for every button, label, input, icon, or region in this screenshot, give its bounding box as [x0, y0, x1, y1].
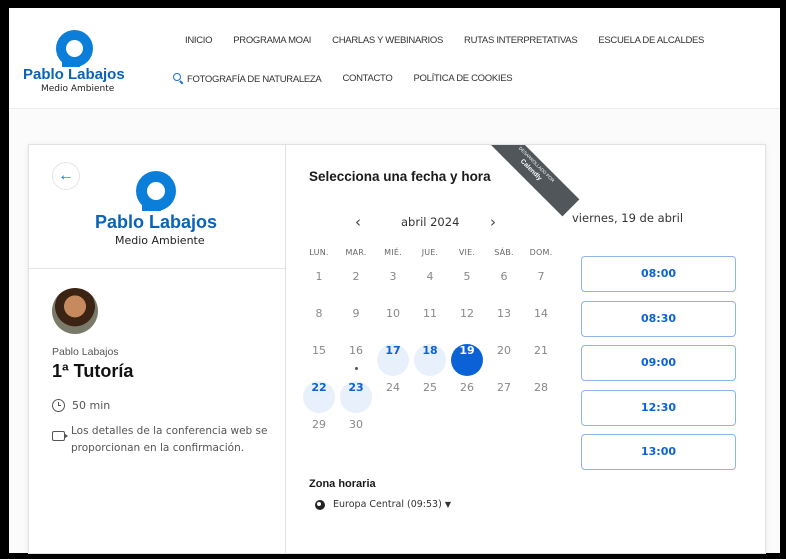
- main-nav-row-2: FOTOGRAFÍA DE NATURALEZA CONTACTO POLÍTI…: [173, 73, 533, 85]
- caret-down-icon: ▼: [444, 500, 451, 509]
- weekday-label: VIE.: [458, 248, 476, 257]
- host-name: Pablo Labajos: [52, 346, 119, 358]
- calendar-day-20: 20: [497, 344, 511, 357]
- weekday-label: JUE.: [421, 248, 439, 257]
- calendar-day-22[interactable]: 22: [303, 381, 335, 413]
- month-label: abril 2024: [401, 215, 460, 229]
- globe-icon: [315, 499, 325, 510]
- calendar-day-3: 3: [389, 270, 397, 283]
- weekday-label: MAR.: [345, 248, 367, 257]
- clock-icon: [52, 399, 65, 412]
- today-dot-icon: [355, 367, 358, 370]
- main-nav-row-1: INICIO PROGRAMA MOAI CHARLAS Y WEBINARIO…: [185, 35, 725, 46]
- logo-name: Pablo Labajos: [23, 66, 125, 83]
- prev-month-button[interactable]: ‹: [355, 213, 361, 231]
- duration-row: 50 min: [52, 399, 110, 412]
- calendar-day-18[interactable]: 18: [414, 344, 446, 376]
- organizer-logo: Pablo Labajos Medio Ambiente: [89, 171, 229, 251]
- nav-item-escuela[interactable]: ESCUELA DE ALCALDES: [598, 35, 704, 46]
- calendar-day-13: 13: [497, 307, 511, 320]
- time-slot-button[interactable]: 08:30: [581, 301, 736, 337]
- logo-subtitle: Medio Ambiente: [41, 84, 115, 94]
- nav-item-fotografia-label: FOTOGRAFÍA DE NATURALEZA: [187, 74, 322, 85]
- calendar-day-7: 7: [537, 270, 545, 283]
- calendar-day-10: 10: [386, 307, 400, 320]
- back-button[interactable]: ←: [52, 162, 80, 190]
- divider: [29, 268, 286, 269]
- calendar-day-11: 11: [423, 307, 437, 320]
- time-slot-button[interactable]: 09:00: [581, 345, 736, 381]
- timezone-value: Europa Central (09:53): [333, 499, 442, 510]
- nav-item-rutas[interactable]: RUTAS INTERPRETATIVAS: [464, 35, 578, 46]
- nav-item-inicio[interactable]: INICIO: [185, 35, 213, 46]
- search-icon: [173, 73, 183, 83]
- conference-note: Los detalles de la conferencia web se pr…: [71, 425, 268, 454]
- video-camera-icon: [52, 431, 68, 441]
- logo-mark-icon: [56, 30, 93, 67]
- booking-widget: ← Pablo Labajos Medio Ambiente Pablo Lab…: [28, 144, 766, 554]
- event-title: 1ª Tutoría: [52, 361, 134, 381]
- arrow-left-icon: ←: [58, 167, 74, 184]
- calendar-day-25: 25: [423, 381, 437, 394]
- event-details-pane: ← Pablo Labajos Medio Ambiente Pablo Lab…: [29, 145, 286, 553]
- calendar-day-8: 8: [315, 307, 323, 320]
- calendar-heading: Selecciona una fecha y hora: [309, 169, 491, 184]
- calendar-day-19[interactable]: 19: [451, 344, 483, 376]
- time-slot-button[interactable]: 12:30: [581, 390, 736, 426]
- calendar-day-2: 2: [352, 270, 360, 283]
- calendar-day-16: 16: [340, 344, 372, 376]
- calendar-day-6: 6: [500, 270, 508, 283]
- selected-date-label: viernes, 19 de abril: [572, 211, 684, 225]
- calendar-day-24: 24: [386, 381, 400, 394]
- calendar-day-30: 30: [349, 418, 363, 431]
- timezone-selector[interactable]: Europa Central (09:53) ▼: [315, 499, 451, 510]
- calendar-day-21: 21: [534, 344, 548, 357]
- calendar-day-27: 27: [497, 381, 511, 394]
- calendar-day-15: 15: [312, 344, 326, 357]
- calendar-day-14: 14: [534, 307, 548, 320]
- nav-item-programa-moai[interactable]: PROGRAMA MOAI: [233, 35, 311, 46]
- calendar-day-12: 12: [460, 307, 474, 320]
- weekday-label: MIÉ.: [384, 248, 402, 257]
- organizer-logo-name: Pablo Labajos: [95, 212, 218, 232]
- nav-item-fotografia[interactable]: FOTOGRAFÍA DE NATURALEZA: [173, 73, 322, 85]
- date-time-pane: Selecciona una fecha y hora ‹ abril 2024…: [287, 145, 765, 553]
- calendar-day-23[interactable]: 23: [340, 381, 372, 413]
- conference-row: Los detalles de la conferencia web se pr…: [52, 423, 272, 457]
- time-slot-button[interactable]: 13:00: [581, 434, 736, 470]
- nav-item-cookies[interactable]: POLÍTICA DE COOKIES: [413, 73, 512, 85]
- duration-text: 50 min: [72, 399, 111, 412]
- calendar-day-5: 5: [463, 270, 471, 283]
- calendar-day-26: 26: [460, 381, 474, 394]
- calendar-day-1: 1: [315, 270, 323, 283]
- next-month-button[interactable]: ›: [490, 213, 496, 231]
- calendar-day-4: 4: [426, 270, 434, 283]
- time-slot-button[interactable]: 08:00: [581, 256, 736, 292]
- calendar-day-28: 28: [534, 381, 548, 394]
- avatar: [52, 288, 98, 334]
- calendar-day-29: 29: [312, 418, 326, 431]
- timezone-label: Zona horaria: [309, 478, 376, 490]
- site-logo[interactable]: Pablo Labajos Medio Ambiente: [23, 30, 133, 100]
- logo-mark-icon: [136, 171, 176, 211]
- weekday-label: LUN.: [309, 248, 329, 257]
- weekday-label: DOM.: [529, 248, 553, 257]
- weekday-label: SÁB.: [494, 248, 514, 257]
- site-header: Pablo Labajos Medio Ambiente INICIO PROG…: [9, 8, 780, 109]
- organizer-logo-subtitle: Medio Ambiente: [115, 234, 205, 247]
- nav-item-charlas[interactable]: CHARLAS Y WEBINARIOS: [332, 35, 443, 46]
- calendar-day-9: 9: [352, 307, 360, 320]
- nav-item-contacto[interactable]: CONTACTO: [342, 73, 392, 85]
- calendar-day-17[interactable]: 17: [377, 344, 409, 376]
